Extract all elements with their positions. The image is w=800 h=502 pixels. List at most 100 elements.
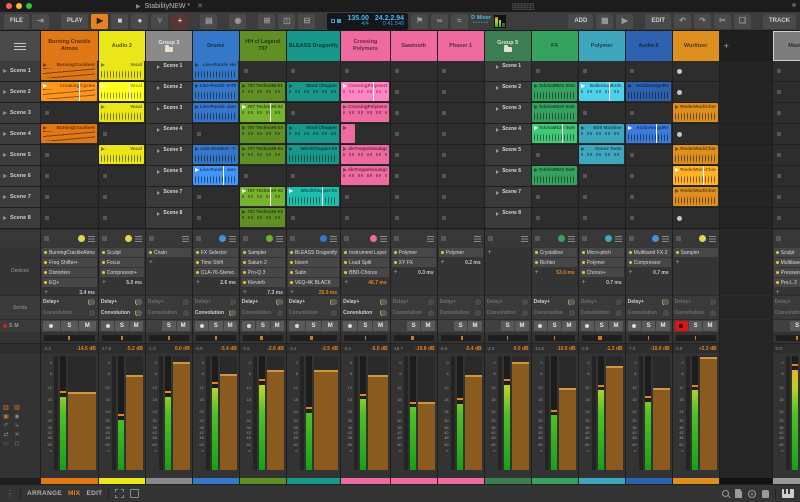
pan-slider[interactable]	[102, 335, 142, 341]
fader-db-value[interactable]: -19.8 dB	[415, 346, 434, 352]
fader-db-value[interactable]: -14.5 dB	[76, 346, 95, 352]
send-knob[interactable]	[662, 298, 670, 306]
pan-slider[interactable]	[196, 335, 236, 341]
send-knob[interactable]	[568, 298, 576, 306]
play-button[interactable]: ▶	[91, 14, 108, 29]
clip-play-icon[interactable]	[343, 84, 347, 88]
clip-play-icon[interactable]	[101, 105, 105, 109]
save-icon[interactable]: ▦	[596, 14, 613, 29]
mute-button[interactable]: M	[79, 321, 96, 331]
device-item[interactable]: Chain	[147, 248, 191, 257]
device-enabled-icon[interactable]	[582, 261, 585, 264]
volume-fader[interactable]	[126, 356, 143, 470]
pan-slider[interactable]	[344, 335, 387, 341]
device-item[interactable]: Crystalline	[533, 248, 577, 257]
clip-slot[interactable]	[438, 82, 484, 103]
tool-icon-0[interactable]: ▥	[2, 405, 10, 411]
project-tab[interactable]: ▶ StabilityNEW * ✕	[136, 2, 203, 10]
volume-fader[interactable]	[559, 356, 576, 470]
routing-list-icon[interactable]	[135, 236, 142, 242]
maximize-window-button[interactable]	[26, 3, 32, 9]
tab-arrange[interactable]: ARRANGE	[27, 490, 62, 497]
group-scene-slot[interactable]: Scene 2	[485, 82, 531, 103]
clip-play-icon[interactable]	[534, 126, 538, 130]
clip-play-icon[interactable]	[101, 84, 105, 88]
group-scene-slot[interactable]: Scene 3	[485, 103, 531, 124]
clip[interactable]: Vocal	[99, 145, 144, 164]
clip-slot[interactable]: CrossingPolymer2	[341, 103, 390, 124]
mute-button[interactable]: M	[468, 321, 481, 331]
send-delay[interactable]: Delay+	[628, 298, 670, 306]
clip-play-icon[interactable]	[343, 147, 347, 151]
clip-play-icon[interactable]	[289, 84, 293, 88]
clip[interactable]: Creaking Cycles	[41, 82, 97, 101]
clip-slot[interactable]	[287, 208, 340, 229]
clip[interactable]: TenderWurliChor1	[673, 187, 718, 206]
master-scene-slot[interactable]	[773, 103, 800, 124]
send-delay[interactable]: Delay+	[195, 298, 237, 306]
solo-button[interactable]: S	[454, 321, 467, 331]
send-delay[interactable]: Delay+	[242, 298, 284, 306]
track-menu-button[interactable]: TRACK	[763, 14, 796, 29]
tool-icon-8[interactable]: ▭	[2, 441, 10, 447]
volume-fader[interactable]	[314, 356, 338, 470]
clip-play-icon[interactable]	[343, 168, 347, 172]
clip-slot[interactable]	[579, 187, 625, 208]
clip[interactable]: Word Chopper	[287, 124, 339, 143]
clip-slot[interactable]	[438, 187, 484, 208]
device-item[interactable]: BBD-Chorus	[342, 268, 389, 277]
edit-menu-button[interactable]: EDIT	[645, 14, 671, 29]
track-header[interactable]: Polymer	[579, 31, 625, 61]
inspector-panel-toggle[interactable]: ◫	[278, 14, 295, 29]
clip-play-icon[interactable]	[289, 189, 293, 193]
clip[interactable]: 707 TechnoHi-01	[240, 82, 285, 101]
device-item[interactable]: Polymer	[580, 258, 624, 267]
clip-slot[interactable]: Vocal	[99, 82, 145, 103]
device-item[interactable]: Sculpt	[100, 248, 144, 257]
solo-button[interactable]: S	[407, 321, 420, 331]
record-arm-button[interactable]	[242, 321, 255, 331]
clip-slot[interactable]: 707 TechnoHi-02	[240, 187, 286, 208]
clip-slot[interactable]: Creaking Cycles	[41, 82, 98, 103]
clip-play-icon[interactable]	[101, 147, 105, 151]
clip-slot[interactable]: TolchaM520 Sw07	[532, 103, 578, 124]
send-convolution[interactable]: Convolution	[675, 309, 717, 317]
device-enabled-icon[interactable]	[629, 251, 632, 254]
clip-slot[interactable]	[438, 208, 484, 229]
detail-panel-toggle[interactable]: ⊟	[298, 14, 315, 29]
device-enabled-icon[interactable]	[776, 251, 779, 254]
fader-db-value[interactable]: -5.2 dB	[126, 346, 143, 352]
record-arm-button[interactable]	[581, 321, 594, 331]
file-icon[interactable]	[735, 489, 742, 498]
solo-button[interactable]: S	[358, 321, 372, 331]
routing-list-icon[interactable]	[182, 236, 189, 242]
routing-list-icon[interactable]	[474, 236, 481, 242]
device-enabled-icon[interactable]	[290, 251, 293, 254]
piano-keyboard-icon[interactable]: ▤	[200, 14, 217, 29]
scene-launch-button[interactable]: Scene 3	[0, 103, 40, 124]
send-knob[interactable]	[709, 298, 717, 306]
device-item[interactable]: Richter	[533, 258, 577, 267]
group-scene-slot[interactable]: Scene 4	[146, 124, 192, 145]
fader-db-value[interactable]: -5.5 dB	[371, 346, 388, 352]
master-scene-slot[interactable]	[773, 124, 800, 145]
minimize-window-button[interactable]	[16, 3, 22, 9]
device-enabled-icon[interactable]	[243, 281, 246, 284]
send-convolution[interactable]: Convolution	[195, 309, 237, 317]
clip-slot[interactable]	[673, 82, 719, 103]
send-knob[interactable]	[380, 309, 388, 317]
device-enabled-icon[interactable]	[582, 271, 585, 274]
clip-slot[interactable]: Live-Punch- InThe	[193, 82, 239, 103]
clip-slot[interactable]: Word Chopper	[287, 124, 340, 145]
clip-play-icon[interactable]	[242, 147, 246, 151]
group-scene-slot[interactable]: Scene 6	[485, 166, 531, 187]
fader-db-value[interactable]: -10.0 dB	[650, 346, 669, 352]
device-item[interactable]: Sampler	[674, 248, 718, 257]
add-device-button[interactable]: +	[582, 279, 586, 286]
volume-fader[interactable]	[700, 356, 717, 470]
stop-all-clips-button[interactable]	[676, 236, 681, 241]
device-item[interactable]: XY FX	[392, 258, 436, 267]
device-enabled-icon[interactable]	[102, 251, 105, 254]
clip-slot[interactable]	[532, 208, 578, 229]
clip-slot[interactable]	[287, 103, 340, 124]
